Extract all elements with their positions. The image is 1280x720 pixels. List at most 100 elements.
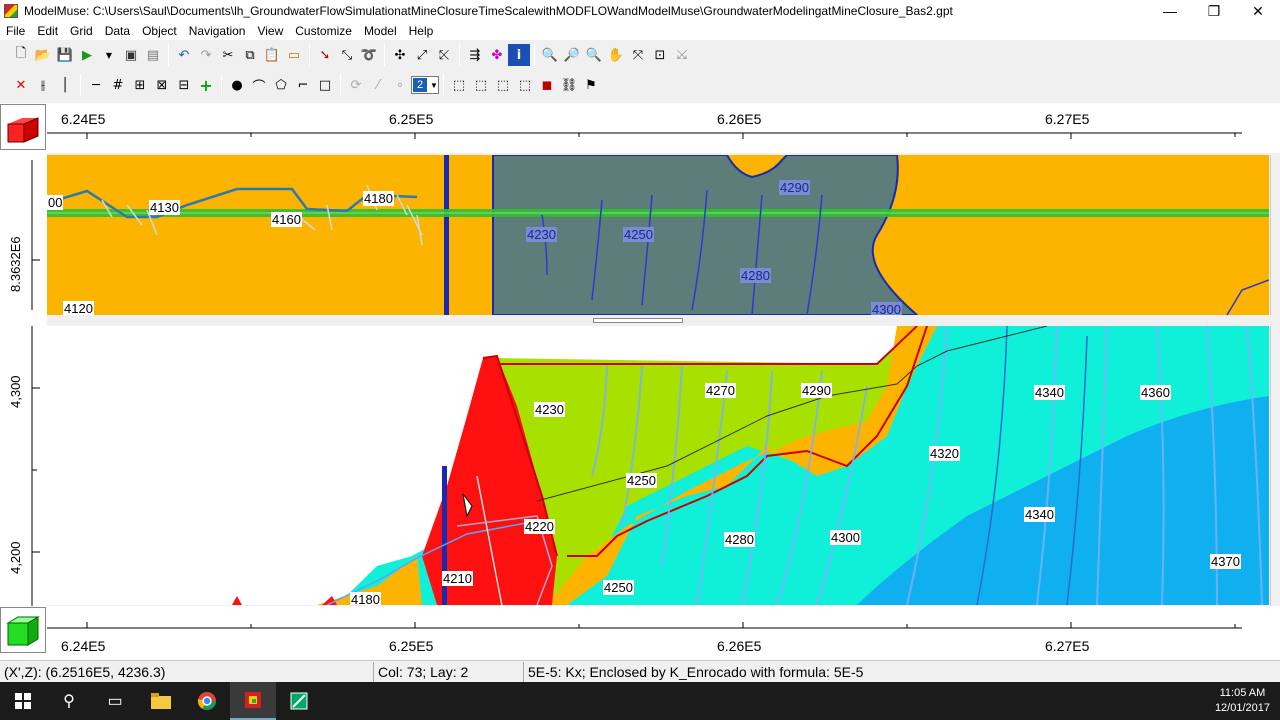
rotate-icon[interactable]: ⟳ bbox=[345, 74, 367, 96]
move-vertex-icon[interactable]: ✣ bbox=[389, 44, 411, 66]
file-explorer-icon[interactable] bbox=[138, 682, 184, 720]
menu-edit[interactable]: Edit bbox=[31, 24, 64, 38]
x-tick-label: 6.26E5 bbox=[717, 111, 762, 127]
color-grid-icon[interactable]: ✤ bbox=[486, 44, 508, 66]
color-cube-icon[interactable]: ◼ bbox=[536, 74, 558, 96]
redo-icon[interactable]: ↷ bbox=[195, 44, 217, 66]
x-tick-label: 6.24E5 bbox=[61, 638, 106, 654]
cube-top-view-icon[interactable]: ⬚ bbox=[514, 74, 536, 96]
section-view-map bbox=[47, 326, 1269, 605]
delete-vertex-icon[interactable]: ⤪ bbox=[433, 44, 455, 66]
flag-icon[interactable]: ⚑ bbox=[580, 74, 602, 96]
run-icon[interactable]: ▶ bbox=[76, 44, 98, 66]
minimize-button[interactable]: — bbox=[1148, 0, 1192, 22]
horizontal-line-icon[interactable]: ─ bbox=[85, 74, 107, 96]
modelmuse-alt-icon[interactable] bbox=[276, 682, 322, 720]
section-scrollbar[interactable] bbox=[1270, 326, 1280, 606]
view-splitter[interactable] bbox=[47, 316, 1269, 326]
ruler-icon[interactable]: ▭ bbox=[283, 44, 305, 66]
zoom-previous-icon[interactable]: ⤩ bbox=[671, 44, 693, 66]
model-viewer-icon[interactable]: ▣ bbox=[120, 44, 142, 66]
plan-scrollbar[interactable] bbox=[1270, 155, 1280, 315]
contour-label: 4160 bbox=[271, 212, 302, 227]
x-tick-label: 6.27E5 bbox=[1045, 111, 1090, 127]
x-axis-ticks-top bbox=[47, 132, 1242, 139]
add-vertex-icon[interactable]: ⤢ bbox=[411, 44, 433, 66]
contour-label: 4300 bbox=[871, 302, 902, 315]
x-tick-label: 6.25E5 bbox=[389, 111, 434, 127]
edit-point-icon[interactable]: ∘ bbox=[389, 74, 411, 96]
front-view-icon[interactable] bbox=[0, 104, 46, 150]
status-info: 5E-5: Kx; Enclosed by K_Enrocado with fo… bbox=[528, 663, 864, 680]
zoom-to-selection-icon[interactable]: ⊡ bbox=[649, 44, 671, 66]
contour-label: 4130 bbox=[149, 200, 180, 215]
edit-line-icon[interactable]: ⁄ bbox=[367, 74, 389, 96]
toolbar-separator bbox=[80, 74, 81, 96]
grid-adjust-icon[interactable]: ⊠ bbox=[151, 74, 173, 96]
add-icon[interactable]: + bbox=[195, 74, 217, 96]
rectangle-icon[interactable]: □ bbox=[314, 74, 336, 96]
zoom-in-icon[interactable]: 🔎 bbox=[561, 44, 583, 66]
menu-view[interactable]: View bbox=[251, 24, 289, 38]
layer-select[interactable]: 2 ▼ bbox=[411, 76, 439, 94]
close-button[interactable]: ✕ bbox=[1236, 0, 1280, 22]
splitter-handle[interactable] bbox=[593, 318, 683, 323]
zoom-icon[interactable]: 🔍 bbox=[539, 44, 561, 66]
delete-object-icon[interactable]: ✕ bbox=[10, 74, 32, 96]
export-image-icon[interactable]: ▤ bbox=[142, 44, 164, 66]
run-dropdown-icon[interactable]: ▼ bbox=[98, 44, 120, 66]
contour-label: 4230 bbox=[526, 227, 557, 242]
copy-icon[interactable]: ⧉ bbox=[239, 44, 261, 66]
taskbar-clock[interactable]: 11:05 AM 12/01/2017 bbox=[1215, 686, 1270, 716]
section-z-label: 4,300 bbox=[8, 375, 23, 408]
point-icon[interactable]: ● bbox=[226, 74, 248, 96]
top-view-icon[interactable] bbox=[0, 607, 46, 653]
polygon-icon[interactable]: ⬠ bbox=[270, 74, 292, 96]
lasso-icon[interactable]: ➰ bbox=[358, 44, 380, 66]
cube-front-icon[interactable]: ⬚ bbox=[448, 74, 470, 96]
toolbar-separator bbox=[443, 74, 444, 96]
menu-model[interactable]: Model bbox=[358, 24, 403, 38]
task-view-icon[interactable]: ▭ bbox=[92, 682, 138, 720]
chrome-icon[interactable] bbox=[184, 682, 230, 720]
cube-side-icon[interactable]: ⬚ bbox=[470, 74, 492, 96]
menu-customize[interactable]: Customize bbox=[289, 24, 358, 38]
modelmuse-taskbar-icon[interactable] bbox=[230, 682, 276, 720]
straight-line-icon[interactable]: ⌐ bbox=[292, 74, 314, 96]
zoom-out-icon[interactable]: 🔍 bbox=[583, 44, 605, 66]
section-view[interactable]: 4230 4270 4290 4340 4360 4320 4250 4220 … bbox=[47, 326, 1269, 605]
pan-hand-icon[interactable]: ✋ bbox=[605, 44, 627, 66]
search-icon[interactable]: ⚲ bbox=[46, 682, 92, 720]
menu-help[interactable]: Help bbox=[403, 24, 440, 38]
menu-data[interactable]: Data bbox=[99, 24, 136, 38]
chain-icon[interactable]: ⛓ bbox=[558, 74, 580, 96]
arrange-icon[interactable]: ⇶ bbox=[464, 44, 486, 66]
polyline-icon[interactable]: ⌒ bbox=[248, 74, 270, 96]
info-icon[interactable]: i bbox=[508, 44, 530, 66]
paste-icon[interactable]: 📋 bbox=[261, 44, 283, 66]
app-icon bbox=[4, 4, 18, 18]
save-icon[interactable]: 💾 bbox=[54, 44, 76, 66]
cut-icon[interactable]: ✂ bbox=[217, 44, 239, 66]
taskbar: ⚲ ▭ 11:05 AM 12/01/2017 bbox=[0, 682, 1280, 720]
contour-label: 4360 bbox=[1140, 385, 1171, 400]
open-folder-icon[interactable]: 📂 bbox=[32, 44, 54, 66]
plan-view[interactable]: 00 4130 4160 4180 4120 4290 4230 4250 42… bbox=[47, 155, 1269, 315]
restore-button[interactable]: ❐ bbox=[1192, 0, 1236, 22]
undo-icon[interactable]: ↶ bbox=[173, 44, 195, 66]
grid-generate-icon[interactable]: ⊟ bbox=[173, 74, 195, 96]
grid-icon[interactable]: # bbox=[107, 74, 129, 96]
select-point-icon[interactable]: ⤡ bbox=[336, 44, 358, 66]
menu-file[interactable]: File bbox=[0, 24, 31, 38]
grid-cell-icon[interactable]: ⊞ bbox=[129, 74, 151, 96]
vertical-line-icon[interactable]: │ bbox=[54, 74, 76, 96]
zoom-extents-icon[interactable]: ⤧ bbox=[627, 44, 649, 66]
cube-top-icon[interactable]: ⬚ bbox=[492, 74, 514, 96]
menu-navigation[interactable]: Navigation bbox=[183, 24, 252, 38]
menu-object[interactable]: Object bbox=[136, 24, 183, 38]
new-file-icon[interactable]: 🗋 bbox=[10, 44, 32, 66]
menu-grid[interactable]: Grid bbox=[64, 24, 99, 38]
select-arrow-icon[interactable]: ➘ bbox=[314, 44, 336, 66]
split-icon[interactable]: ⫲ bbox=[32, 74, 54, 96]
windows-start-icon[interactable] bbox=[0, 682, 46, 720]
